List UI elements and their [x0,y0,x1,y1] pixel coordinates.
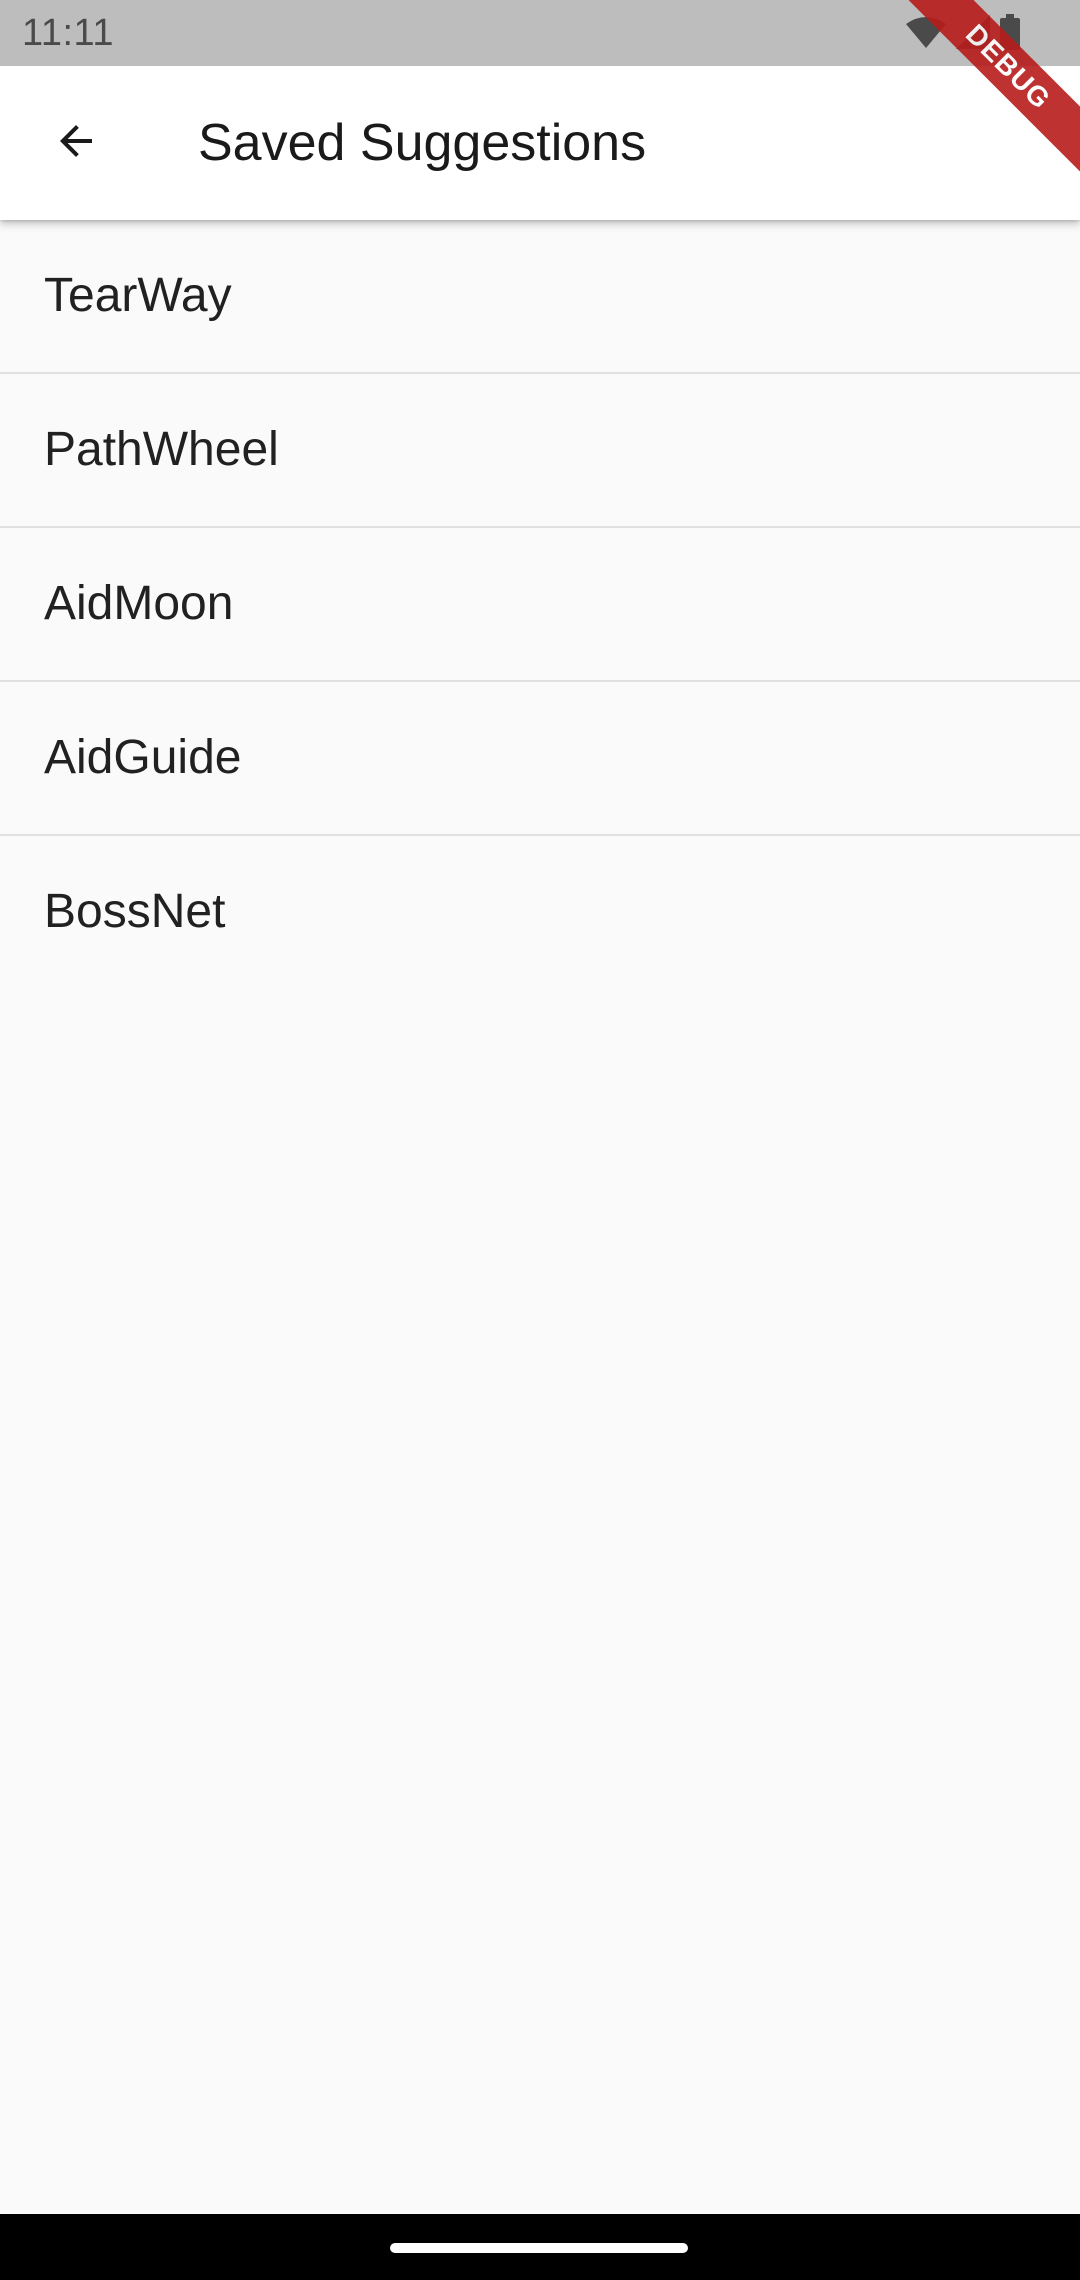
list-item[interactable]: PathWheel [0,374,1080,528]
back-button[interactable] [32,99,120,187]
battery-icon [1000,14,1020,50]
wifi-icon [906,16,946,48]
saved-suggestions-list: TearWay PathWheel AidMoon AidGuide BossN… [0,220,1080,990]
list-item[interactable]: BossNet [0,836,1080,990]
list-item-label: AidGuide [44,731,242,784]
list-item[interactable]: AidMoon [0,528,1080,682]
list-item-label: PathWheel [44,423,279,476]
status-bar: 11:11 [0,0,1080,66]
home-indicator[interactable] [390,2243,688,2253]
signal-icon [956,15,990,49]
arrow-back-icon [52,117,100,170]
list-item-label: AidMoon [44,577,234,630]
list-item-label: TearWay [44,269,232,322]
list-item[interactable]: TearWay [0,220,1080,374]
app-bar: Saved Suggestions [0,66,1080,220]
status-time: 11:11 [22,12,114,54]
list-item-label: BossNet [44,885,226,938]
screen: 11:11 Saved Suggestions TearWay PathWhee… [0,0,1080,2280]
list-item[interactable]: AidGuide [0,682,1080,836]
status-icons [906,14,1020,50]
page-title: Saved Suggestions [198,114,647,172]
navigation-bar [0,2214,1080,2280]
